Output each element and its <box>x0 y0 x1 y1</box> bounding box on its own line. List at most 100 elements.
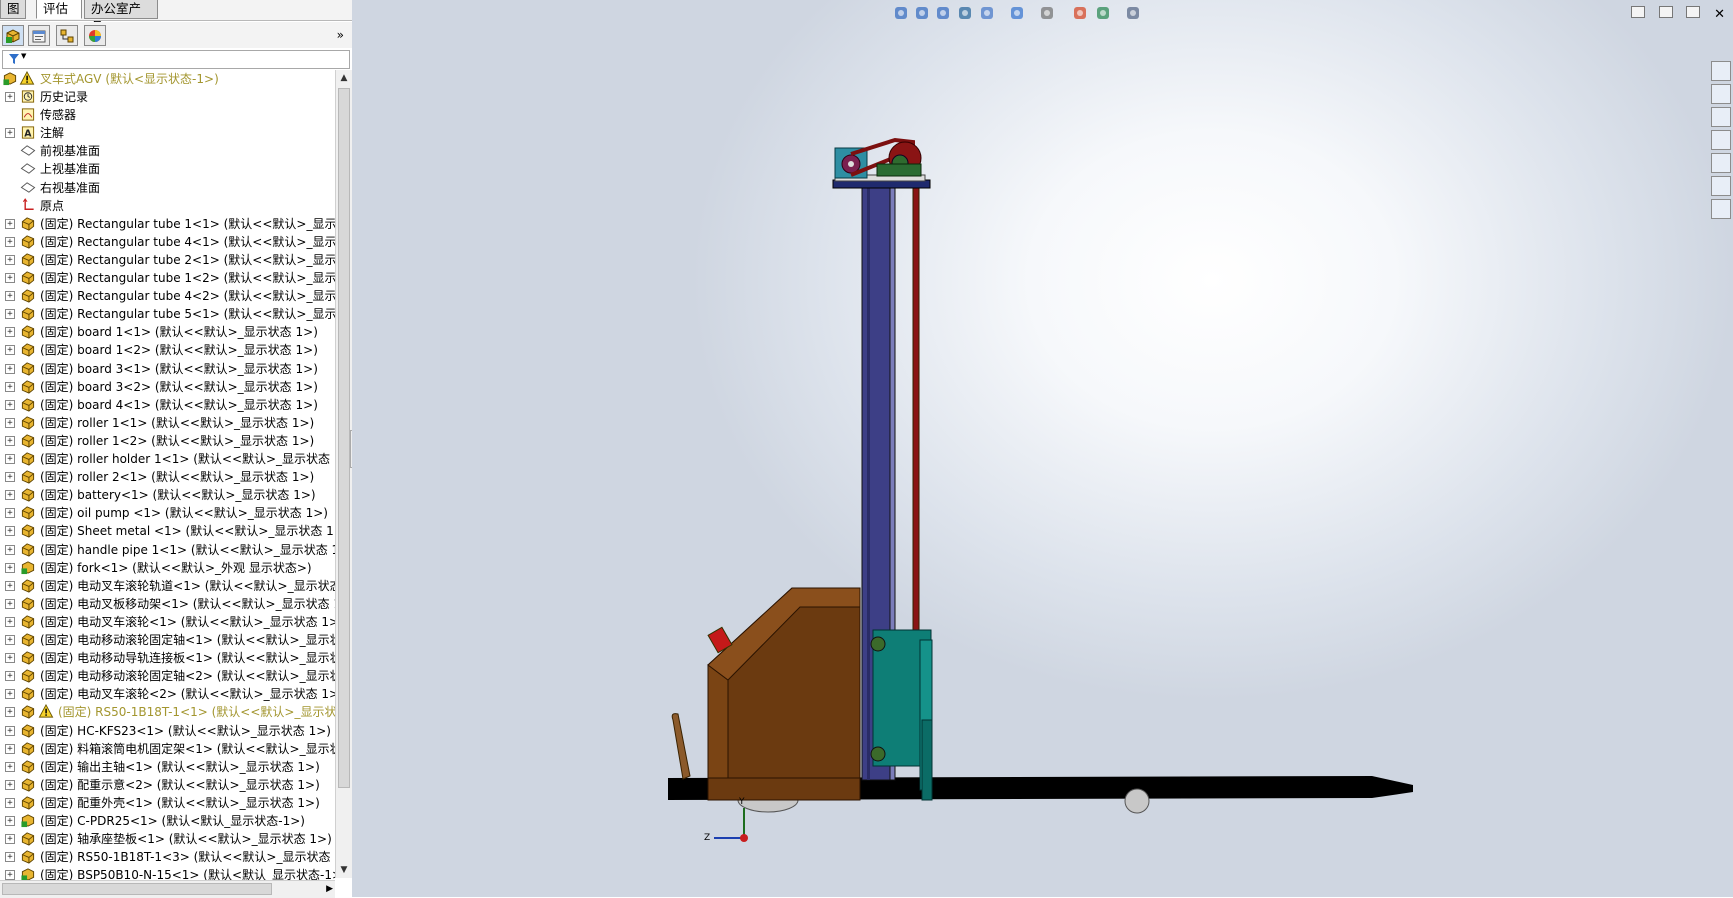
configuration-manager-icon[interactable] <box>56 25 78 46</box>
expand-toggle-icon[interactable]: + <box>5 653 15 664</box>
expand-toggle-icon[interactable]: + <box>5 363 15 374</box>
tree-item[interactable]: + (固定) 配重外壳<1> (默认<<默认>_显示状态 1>) <box>0 794 335 812</box>
expand-toggle-icon[interactable]: + <box>5 671 15 682</box>
tree-item[interactable]: + (固定) 电动移动滚轮固定轴<2> (默认<<默认>_显示状 <box>0 667 335 685</box>
tree-item[interactable]: + (固定) roller 2<1> (默认<<默认>_显示状态 1>) <box>0 468 335 486</box>
tree-item[interactable]: + A 注解 <box>0 124 335 142</box>
scroll-thumb[interactable] <box>338 88 350 788</box>
scroll-up-icon[interactable]: ▲ <box>336 70 352 86</box>
expand-toggle-icon[interactable]: + <box>5 779 15 790</box>
tree-item[interactable]: 传感器 <box>0 106 335 124</box>
scroll-right-icon[interactable]: ▶ <box>326 881 333 897</box>
tree-item[interactable]: + (固定) Rectangular tube 5<1> (默认<<默认>_显示状 <box>0 305 335 323</box>
expand-toggle-icon[interactable]: + <box>5 761 15 772</box>
expand-toggle-icon[interactable]: + <box>5 254 15 265</box>
tree-item[interactable]: 上视基准面 <box>0 160 335 178</box>
expand-toggle-icon[interactable]: + <box>5 508 15 519</box>
tree-item[interactable]: + (固定) battery<1> (默认<<默认>_显示状态 1>) <box>0 486 335 504</box>
tab-office-products[interactable]: 办公室产品 <box>84 0 158 34</box>
tree-item[interactable]: + (固定) RS50-1B18T-1<1> (默认<<默认>_显示状态 <box>0 703 335 721</box>
filter-dropdown-icon[interactable]: ▼ <box>21 52 26 60</box>
expand-toggle-icon[interactable]: + <box>5 92 15 102</box>
expand-toggle-icon[interactable]: + <box>5 291 15 302</box>
tree-item[interactable]: + (固定) Rectangular tube 1<2> (默认<<默认>_显示状 <box>0 269 335 287</box>
tree-item[interactable]: + (固定) board 1<1> (默认<<默认>_显示状态 1>) <box>0 323 335 341</box>
tree-vertical-scrollbar[interactable]: ▲ ▼ <box>335 70 352 878</box>
tree-item[interactable]: + (固定) 料箱滚筒电机固定架<1> (默认<<默认>_显示状 <box>0 740 335 758</box>
tree-item[interactable]: + (固定) Sheet metal <1> (默认<<默认>_显示状态 1>) <box>0 522 335 540</box>
tree-item[interactable]: + (固定) Rectangular tube 4<2> (默认<<默认>_显示状 <box>0 287 335 305</box>
filter-icon[interactable] <box>8 53 20 65</box>
tree-item[interactable]: + (固定) roller 1<1> (默认<<默认>_显示状态 1>) <box>0 414 335 432</box>
property-manager-icon[interactable] <box>28 25 50 46</box>
expand-toggle-icon[interactable]: + <box>5 797 15 808</box>
tree-item[interactable]: + (固定) roller holder 1<1> (默认<<默认>_显示状态 1 <box>0 450 335 468</box>
expand-toggle-icon[interactable]: + <box>5 598 15 609</box>
expand-toggle-icon[interactable]: + <box>5 273 15 283</box>
expand-toggle-icon[interactable]: + <box>5 852 15 863</box>
expand-toggle-icon[interactable]: + <box>5 834 15 845</box>
tree-item[interactable]: + (固定) 轴承座垫板<1> (默认<<默认>_显示状态 1>) <box>0 830 335 848</box>
hscroll-thumb[interactable] <box>2 883 272 895</box>
tree-item[interactable]: + (固定) fork<1> (默认<<默认>_外观 显示状态>) <box>0 559 335 577</box>
tree-item[interactable]: + (固定) handle pipe 1<1> (默认<<默认>_显示状态 1> <box>0 541 335 559</box>
tree-item[interactable]: + (固定) board 1<2> (默认<<默认>_显示状态 1>) <box>0 341 335 359</box>
expand-toggle-icon[interactable]: + <box>5 725 15 736</box>
expand-toggle-icon[interactable]: + <box>5 128 15 139</box>
expand-toggle-icon[interactable]: + <box>5 562 15 573</box>
tree-filter-input[interactable]: ▼ <box>2 50 350 69</box>
graphics-area[interactable]: ✕ Y Z <box>352 0 1733 897</box>
tree-item[interactable]: + (固定) 电动叉车滚轮<1> (默认<<默认>_显示状态 1>) <box>0 613 335 631</box>
expand-toggle-icon[interactable]: + <box>5 490 15 501</box>
tree-item[interactable]: + (固定) 电动叉车滚轮轨道<1> (默认<<默认>_显示状态 <box>0 577 335 595</box>
tree-item[interactable]: + (固定) oil pump <1> (默认<<默认>_显示状态 1>) <box>0 504 335 522</box>
expand-toggle-icon[interactable]: + <box>5 743 15 754</box>
expand-toggle-icon[interactable]: + <box>5 635 15 645</box>
tree-root[interactable]: 叉车式AGV (默认<显示状态-1>) <box>0 70 335 88</box>
expand-toggle-icon[interactable]: + <box>5 309 15 320</box>
tree-item[interactable]: + (固定) 输出主轴<1> (默认<<默认>_显示状态 1>) <box>0 758 335 776</box>
expand-toggle-icon[interactable]: + <box>5 616 15 627</box>
expand-toggle-icon[interactable]: + <box>5 399 15 410</box>
tree-item[interactable]: + (固定) C-PDR25<1> (默认<默认_显示状态-1>) <box>0 812 335 830</box>
tree-item[interactable]: 右视基准面 <box>0 179 335 197</box>
expand-toggle-icon[interactable]: + <box>5 435 15 446</box>
tab-view[interactable]: 图 <box>0 0 26 19</box>
expand-toggle-icon[interactable]: + <box>5 381 15 392</box>
tree-item[interactable]: + (固定) roller 1<2> (默认<<默认>_显示状态 1>) <box>0 432 335 450</box>
display-manager-icon[interactable] <box>84 25 106 46</box>
tree-item[interactable]: + (固定) HC-KFS23<1> (默认<<默认>_显示状态 1>) <box>0 722 335 740</box>
tree-item[interactable]: 前视基准面 <box>0 142 335 160</box>
expand-toggle-icon[interactable]: + <box>5 417 15 428</box>
tree-item[interactable]: 原点 <box>0 197 335 215</box>
expand-toggle-icon[interactable]: + <box>5 689 15 700</box>
expand-toggle-icon[interactable]: + <box>5 870 15 881</box>
expand-toggle-icon[interactable]: + <box>5 218 15 229</box>
expand-toggle-icon[interactable]: + <box>5 526 15 537</box>
tree-item[interactable]: + (固定) 电动叉车滚轮<2> (默认<<默认>_显示状态 1>) <box>0 685 335 703</box>
expand-toggle-icon[interactable]: + <box>5 454 15 464</box>
tree-item[interactable]: + (固定) 电动移动导轨连接板<1> (默认<<默认>_显示状 <box>0 649 335 667</box>
tab-evaluate[interactable]: 评估 <box>36 0 82 19</box>
scroll-down-icon[interactable]: ▼ <box>336 862 352 878</box>
expand-toggle-icon[interactable]: + <box>5 816 15 826</box>
tree-item[interactable]: + (固定) 电动叉板移动架<1> (默认<<默认>_显示状态 1 <box>0 595 335 613</box>
expand-toggle-icon[interactable]: + <box>5 544 15 555</box>
tree-item[interactable]: + (固定) board 3<1> (默认<<默认>_显示状态 1>) <box>0 360 335 378</box>
expand-toggle-icon[interactable]: + <box>5 707 15 718</box>
tree-item[interactable]: + (固定) 配重示意<2> (默认<<默认>_显示状态 1>) <box>0 776 335 794</box>
expand-toggle-icon[interactable]: + <box>5 327 15 338</box>
forklift-agv-model[interactable] <box>352 0 1733 897</box>
tree-item[interactable]: + (固定) Rectangular tube 1<1> (默认<<默认>_显示状 <box>0 215 335 233</box>
tree-horizontal-scrollbar[interactable]: ▶ <box>0 880 335 898</box>
expand-toggle-icon[interactable]: + <box>5 345 15 356</box>
expand-toggle-icon[interactable]: + <box>5 580 15 591</box>
feature-manager-icon[interactable] <box>2 25 24 46</box>
expand-toggle-icon[interactable]: + <box>5 472 15 483</box>
tree-item[interactable]: + (固定) Rectangular tube 4<1> (默认<<默认>_显示状 <box>0 233 335 251</box>
tree-item[interactable]: + 历史记录 <box>0 88 335 106</box>
tree-item[interactable]: + (固定) 电动移动滚轮固定轴<1> (默认<<默认>_显示状 <box>0 631 335 649</box>
expand-panel-button[interactable]: » <box>337 28 344 42</box>
tree-item[interactable]: + (固定) board 4<1> (默认<<默认>_显示状态 1>) <box>0 396 335 414</box>
expand-toggle-icon[interactable]: + <box>5 236 15 247</box>
